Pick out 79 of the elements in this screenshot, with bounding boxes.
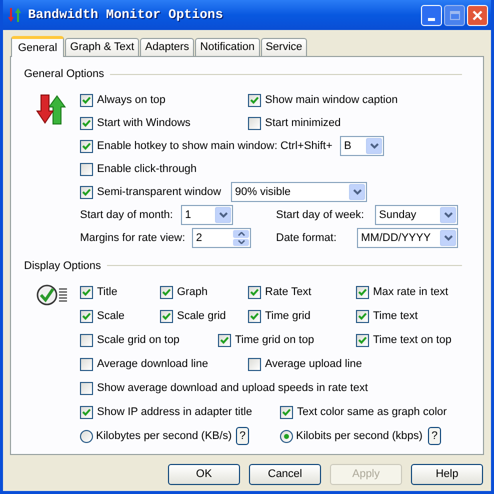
checkbox[interactable]: Semi-transparent window: [80, 184, 231, 200]
checkbox[interactable]: Title: [80, 284, 118, 300]
checkbox[interactable]: Start minimized: [248, 114, 341, 132]
checkbox[interactable]: Time grid: [248, 308, 310, 324]
checkbox[interactable]: Start with Windows: [80, 114, 191, 132]
group-heading: Display Options: [24, 258, 102, 274]
minimize-button[interactable]: [421, 4, 442, 26]
checkbox-label: Start with Windows: [97, 116, 191, 131]
field-label: Date format:: [276, 232, 337, 244]
radio-label: Kilobits per second (kbps): [296, 428, 423, 444]
check-circle-icon: [36, 284, 70, 306]
radio-button[interactable]: Kilobits per second (kbps): [280, 428, 423, 444]
dropdown[interactable]: 90% visible: [231, 182, 367, 202]
tab[interactable]: General: [11, 36, 64, 57]
checkbox-label: Semi-transparent window: [97, 184, 222, 200]
dropdown[interactable]: B: [340, 136, 384, 156]
checkbox-label: Enable click-through: [97, 162, 197, 177]
field-label: Margins for rate view:: [80, 232, 186, 244]
checkbox[interactable]: Time text on top: [356, 332, 452, 348]
help-button[interactable]: ?: [236, 427, 249, 445]
checkbox-label: Rate Text: [265, 284, 312, 300]
dropdown[interactable]: MM/DD/YYYY: [357, 228, 458, 248]
checkbox-label: Time text: [373, 308, 418, 324]
checkbox[interactable]: Text color same as graph color: [280, 404, 447, 420]
app-icon: [8, 7, 22, 23]
checkbox-label: Scale grid on top: [97, 332, 180, 348]
checkbox-label: Always on top: [97, 92, 166, 108]
maximize-button[interactable]: [444, 4, 465, 26]
checkbox[interactable]: Time text: [356, 308, 418, 324]
checkbox[interactable]: Average upload line: [248, 356, 362, 372]
checkbox[interactable]: Scale grid on top: [80, 332, 180, 348]
checkbox[interactable]: Graph: [160, 284, 208, 300]
checkbox[interactable]: Show IP address in adapter title: [80, 404, 252, 420]
dialog-button[interactable]: OK: [168, 464, 240, 485]
close-button[interactable]: [467, 4, 488, 26]
help-button[interactable]: ?: [428, 427, 441, 445]
checkbox-label: Max rate in text: [373, 284, 448, 300]
checkbox[interactable]: Scale: [80, 308, 125, 324]
checkbox-label: Show main window caption: [265, 92, 398, 108]
checkbox-label: Title: [97, 284, 118, 300]
checkbox-label: Show IP address in adapter title: [97, 404, 252, 420]
tab[interactable]: Adapters: [140, 38, 194, 56]
dropdown[interactable]: 1: [181, 205, 233, 225]
field-label: Start day of month:: [80, 208, 173, 221]
checkbox[interactable]: Enable hotkey to show main window: Ctrl+Shift+: [80, 138, 340, 154]
radio-label: Kilobytes per second (KB/s): [96, 428, 232, 444]
checkbox-label: Scale: [97, 308, 125, 324]
tab[interactable]: Graph & Text: [65, 38, 140, 56]
dialog-button[interactable]: Help: [411, 464, 483, 485]
tab[interactable]: Service: [260, 38, 308, 56]
dialog-button[interactable]: Cancel: [249, 464, 321, 485]
checkbox[interactable]: Scale grid: [160, 308, 226, 324]
checkbox-label: Time text on top: [373, 332, 452, 348]
checkbox-label: Enable hotkey to show main window: Ctrl+Shift+: [97, 138, 332, 154]
checkbox[interactable]: Show main window caption: [248, 92, 398, 108]
checkbox-label: Average upload line: [265, 356, 362, 372]
checkbox[interactable]: Max rate in text: [356, 284, 448, 300]
spinner-arrows-icon: [233, 230, 249, 246]
checkbox[interactable]: Enable click-through: [80, 160, 197, 178]
group-heading: General Options: [24, 67, 104, 82]
checkbox-label: Scale grid: [177, 308, 226, 324]
dropdown[interactable]: Sunday: [375, 205, 458, 225]
checkbox-label: Time grid: [265, 308, 310, 324]
field-label: Start day of week:: [276, 208, 364, 221]
up-down-arrows-icon: [36, 92, 66, 124]
close-icon: [472, 10, 483, 20]
tab[interactable]: Notification: [195, 38, 260, 56]
window-title: Bandwidth Monitor Options: [28, 6, 224, 24]
checkbox-label: Start minimized: [265, 116, 341, 131]
checkbox[interactable]: Average download line: [80, 356, 208, 372]
checkbox-label: Average download line: [97, 356, 208, 372]
checkbox[interactable]: Always on top: [80, 92, 166, 108]
checkbox-label: Time grid on top: [235, 332, 314, 348]
checkbox-label: Graph: [177, 284, 208, 300]
checkbox[interactable]: Rate Text: [248, 284, 312, 300]
checkbox[interactable]: Time grid on top: [218, 332, 314, 348]
checkbox-label: Text color same as graph color: [297, 404, 447, 420]
radio-button[interactable]: Kilobytes per second (KB/s): [80, 428, 232, 444]
spinner-field[interactable]: 2: [192, 228, 251, 248]
